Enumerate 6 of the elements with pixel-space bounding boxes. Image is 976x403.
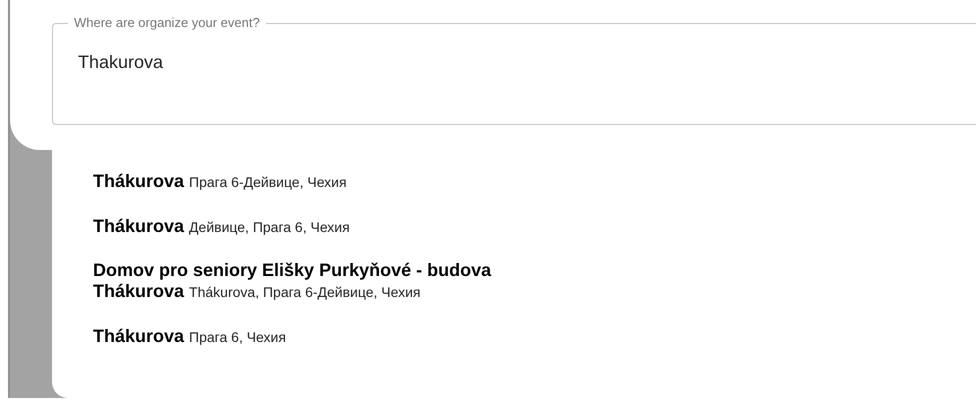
field-label: Where are organize your event? — [73, 14, 261, 32]
suggestion-item[interactable]: Thákurova Прага 6, Чехия — [93, 325, 976, 348]
location-input[interactable]: Thakurova — [78, 52, 578, 73]
suggestion-item[interactable]: Thákurova Прага 6-Дейвице, Чехия — [93, 170, 976, 193]
suggestion-item[interactable]: Domov pro seniory Elišky Purkyňové - budova Thákurova Thákurova, Прага 6-Дейвице, Чехия — [93, 260, 976, 303]
suggestion-item[interactable]: Thákurova Дейвице, Прага 6, Чехия — [93, 215, 976, 238]
